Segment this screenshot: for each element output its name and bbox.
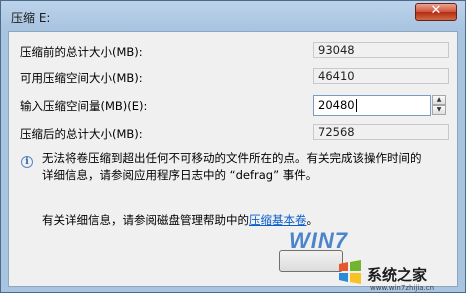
text-caret [355,99,357,112]
info-line-1: 无法将卷压缩到超出任何不可移动的文件所在的点。有关完成该操作时间的 [42,151,422,165]
spin-down-button[interactable]: ▼ [432,105,446,115]
total-after-value: 72568 [313,124,449,140]
watermark: WIN7 系统之家 www.win7zhijia.cn [265,212,465,292]
watermark-site-name: 系统之家 [367,266,428,284]
close-button[interactable]: ✕ [415,3,457,21]
available-space-label: 可用压缩空间大小(MB): [20,71,143,85]
spin-up-button[interactable]: ▲ [432,95,446,105]
dialog-title: 压缩 E: [11,11,51,25]
total-before-value: 93048 [313,42,449,58]
shrink-amount-spinner[interactable]: ▲ ▼ [432,95,446,116]
watermark-win-text: WIN7 [289,228,348,253]
info-message: 无法将卷压缩到超出任何不可移动的文件所在的点。有关完成该操作时间的 详细信息，请… [42,150,452,184]
total-before-label: 压缩前的总计大小(MB): [20,45,143,59]
shrink-dialog: 压缩 E: ✕ 压缩前的总计大小(MB): 93048 可用压缩空间大小(MB)… [0,0,466,293]
watermark-url: www.win7zhijia.cn [370,284,435,292]
shrink-amount-label: 输入压缩空间量(MB)(E): [20,99,148,113]
shrink-amount-value: 20480 [318,98,355,112]
windows-logo-icon [339,260,361,284]
total-after-label: 压缩后的总计大小(MB): [20,127,143,141]
shrink-amount-input[interactable]: 20480 [313,95,431,116]
info-line-2: 详细信息，请参阅应用程序日志中的 “defrag” 事件。 [42,168,318,182]
help-prefix: 有关详细信息，请参阅磁盘管理帮助中的 [42,213,249,227]
available-space-value: 46410 [313,68,449,84]
close-icon: ✕ [430,3,442,18]
info-icon: i [21,156,33,168]
title-bar[interactable]: 压缩 E: ✕ [1,1,465,31]
